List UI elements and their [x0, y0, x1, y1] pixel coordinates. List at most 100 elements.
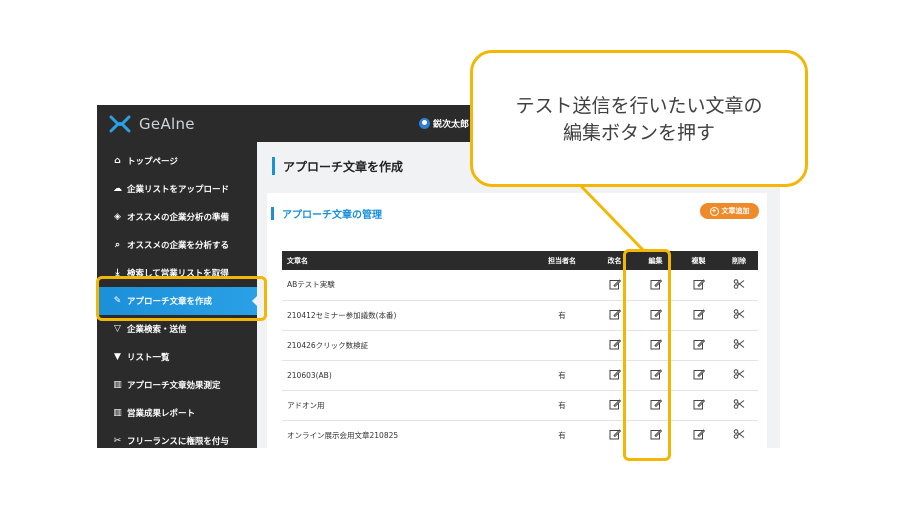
- copy-icon[interactable]: [693, 368, 705, 380]
- active-nav-highlight: [96, 276, 267, 321]
- home-icon: ⌂: [114, 156, 121, 166]
- delete-cell: [720, 390, 758, 421]
- delete-cell: [720, 270, 758, 301]
- search-icon: ⌕: [114, 240, 121, 250]
- rename-icon[interactable]: [609, 398, 621, 410]
- row-owner: 有: [529, 300, 595, 331]
- sidebar-item-label: アプローチ文章効果測定: [127, 381, 221, 391]
- sidebar-item-label: フリーランスに権限を付与: [127, 437, 229, 447]
- add-text-button-label: 文章追加: [721, 208, 750, 215]
- rename-icon[interactable]: [609, 278, 621, 290]
- funnel-icon: ▼: [114, 352, 121, 362]
- rename-icon[interactable]: [609, 368, 621, 380]
- row-owner: 有: [529, 360, 595, 391]
- bar-chart-icon: ▥: [113, 380, 122, 390]
- sidebar-item-label: リスト一覧: [127, 353, 170, 363]
- copy-icon[interactable]: [693, 428, 705, 440]
- instruction-callout: テスト送信を行いたい文章の 編集ボタンを押す: [470, 50, 808, 187]
- table-row: 210603(AB) 有: [282, 360, 758, 391]
- layers-icon: ◈: [114, 212, 121, 222]
- sidebar-item-8[interactable]: ▼ リスト一覧: [97, 343, 257, 371]
- sidebar-item-2[interactable]: ☁ 企業リストをアップロード: [97, 175, 257, 203]
- table-header-row: 文章名 担当者名 改名 編集 複製 削除: [282, 251, 758, 270]
- content-card: アプローチ文章の管理 + 文章追加 文章名 担当者名 改名 編集 複製 削除 A…: [267, 193, 767, 448]
- logo-mark-icon: [109, 115, 131, 133]
- row-name: 210603(AB): [282, 360, 529, 391]
- sidebar-item-4[interactable]: ⌕ オススメの企業を分析する: [97, 231, 257, 259]
- header-delete: 削除: [720, 251, 758, 270]
- scissors-icon[interactable]: [733, 398, 745, 410]
- user-avatar-icon: [419, 118, 430, 129]
- cloud-upload-icon: ☁: [113, 184, 122, 194]
- add-text-button[interactable]: + 文章追加: [700, 203, 759, 219]
- approach-text-table: 文章名 担当者名 改名 編集 複製 削除 ABテスト実験 210412セミナー参加…: [282, 251, 758, 448]
- copy-cell: [677, 420, 720, 448]
- sidebar-item-label: 営業成果レポート: [127, 409, 196, 419]
- copy-icon[interactable]: [693, 398, 705, 410]
- section-header: アプローチ文章の管理: [271, 206, 382, 221]
- sidebar-item-label: オススメの企業分析の準備: [127, 213, 230, 223]
- section-accent-bar: [271, 207, 274, 220]
- copy-cell: [677, 360, 720, 391]
- row-owner: 有: [529, 390, 595, 421]
- scissors-icon[interactable]: [733, 278, 745, 290]
- sidebar-item-3[interactable]: ◈ オススメの企業分析の準備: [97, 203, 257, 231]
- table-row: 210412セミナー参加議数(本番) 有: [282, 300, 758, 331]
- tutorial-slide: GeAlne 鋭次太郎 ⌂ トップページ ☁ 企業リストをアップロード ◈ オススメの企業…: [0, 0, 906, 510]
- rename-icon[interactable]: [609, 428, 621, 440]
- user-name: 鋭次太郎: [433, 120, 470, 130]
- table-row: アドオン用有: [282, 390, 758, 421]
- sidebar-item-label: 企業リストをアップロード: [127, 185, 230, 195]
- row-name: ABテスト実験: [282, 270, 529, 301]
- row-owner: 有: [529, 420, 595, 448]
- table-row: ABテスト実験: [282, 270, 758, 301]
- row-name: 210412セミナー参加議数(本番): [282, 300, 529, 331]
- sidebar-item-label: 企業検索・送信: [127, 325, 187, 335]
- edit-column-highlight: [623, 249, 671, 461]
- row-owner: [529, 330, 595, 361]
- page-header: アプローチ文章を作成: [272, 157, 403, 175]
- scissors-icon[interactable]: [733, 338, 745, 350]
- sidebar-item-9[interactable]: ▥ アプローチ文章効果測定: [97, 371, 257, 399]
- report-chart-icon: ▥: [113, 408, 122, 418]
- rename-icon[interactable]: [609, 338, 621, 350]
- sidebar-item-1[interactable]: ⌂ トップページ: [97, 147, 257, 175]
- plus-circle-icon: +: [709, 206, 719, 216]
- scissors-icon[interactable]: [733, 368, 745, 380]
- row-name: オンライン展示会用文章210825: [282, 420, 529, 448]
- rename-icon[interactable]: [609, 308, 621, 320]
- row-name: アドオン用: [282, 390, 529, 421]
- delete-cell: [720, 300, 758, 331]
- tools-icon: ✂: [113, 436, 122, 446]
- copy-cell: [677, 300, 720, 331]
- sidebar-item-label: トップページ: [127, 157, 178, 167]
- filter-icon: ▽: [114, 324, 121, 334]
- copy-cell: [677, 270, 720, 301]
- user-menu[interactable]: 鋭次太郎: [419, 117, 469, 130]
- delete-cell: [720, 360, 758, 391]
- sidebar-item-10[interactable]: ▥ 営業成果レポート: [97, 399, 257, 427]
- copy-cell: [677, 390, 720, 421]
- copy-cell: [677, 330, 720, 361]
- logo[interactable]: GeAlne: [109, 113, 195, 135]
- scissors-icon[interactable]: [733, 308, 745, 320]
- copy-icon[interactable]: [693, 308, 705, 320]
- header-owner: 担当者名: [529, 251, 595, 270]
- row-name: 210426クリック数検証: [282, 330, 529, 361]
- logo-text: GeAlne: [139, 115, 195, 133]
- copy-icon[interactable]: [693, 338, 705, 350]
- sidebar-item-11[interactable]: ✂ フリーランスに権限を付与: [97, 427, 257, 448]
- header-name: 文章名: [282, 251, 529, 270]
- page-title: アプローチ文章を作成: [283, 159, 404, 174]
- callout-text: テスト送信を行いたい文章の 編集ボタンを押す: [515, 95, 763, 144]
- table-row: 210426クリック数検証: [282, 330, 758, 361]
- copy-icon[interactable]: [693, 278, 705, 290]
- delete-cell: [720, 420, 758, 448]
- section-title: アプローチ文章の管理: [282, 210, 382, 221]
- scissors-icon[interactable]: [733, 428, 745, 440]
- delete-cell: [720, 330, 758, 361]
- table-row: オンライン展示会用文章210825 有: [282, 420, 758, 448]
- sidebar-item-label: オススメの企業を分析する: [127, 241, 230, 251]
- title-accent-bar: [272, 157, 275, 175]
- header-copy: 複製: [677, 251, 720, 270]
